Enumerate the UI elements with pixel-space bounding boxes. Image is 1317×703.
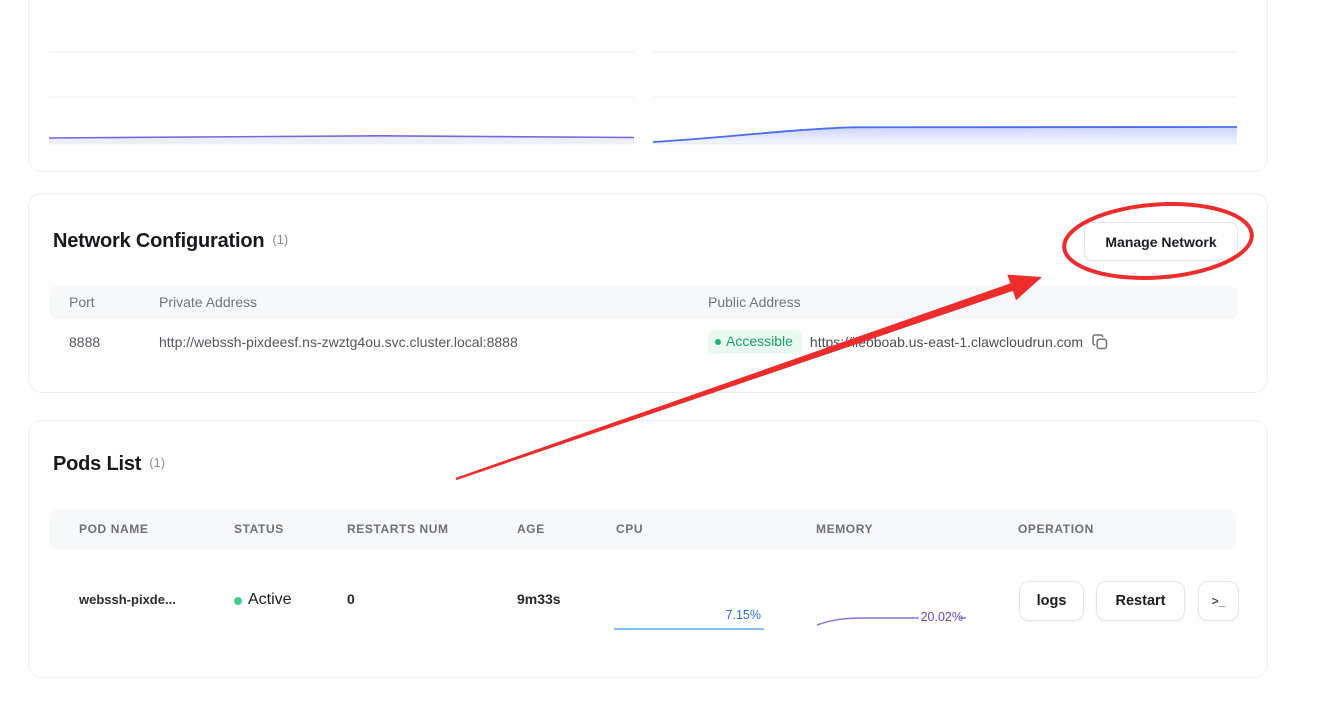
terminal-icon: >_ [1212, 594, 1226, 608]
network-title-text: Network Configuration [53, 230, 264, 252]
terminal-button[interactable]: >_ [1198, 581, 1239, 621]
pod-status-value: Active [248, 591, 292, 609]
accessible-label: Accessible [726, 332, 793, 351]
private-address-value: http://webssh-pixdeesf.ns-zwztg4ou.svc.c… [159, 322, 518, 362]
memory-overview-sparkline-chart [653, 1, 1237, 147]
column-status: STATUS [234, 509, 284, 549]
network-section-title: Network Configuration (1) [53, 227, 288, 255]
pods-list-card: Pods List (1) POD NAME STATUS RESTARTS NU… [28, 420, 1268, 678]
accessible-status-badge: Accessible [708, 330, 802, 354]
pod-status-dot-icon [234, 597, 242, 605]
public-address-link[interactable]: https://ileoboab.us-east-1.clawcloudrun.… [810, 334, 1083, 350]
column-port: Port [69, 286, 95, 319]
restart-button[interactable]: Restart [1096, 581, 1185, 621]
column-pod-name: POD NAME [79, 509, 148, 549]
copy-icon[interactable] [1091, 333, 1109, 351]
pod-memory-sparkline: 20.02% [816, 604, 966, 636]
network-table-row: 8888 http://webssh-pixdeesf.ns-zwztg4ou.… [49, 322, 1238, 366]
column-memory: MEMORY [816, 509, 873, 549]
column-operation: OPERATION [1018, 509, 1094, 549]
column-private-address: Private Address [159, 286, 257, 319]
network-configuration-card: Network Configuration(1) Manage Network … [28, 193, 1268, 393]
pod-name-value: webssh-pixde... [79, 592, 176, 607]
pods-section-title: Pods List (1) [53, 450, 165, 478]
pod-restarts-value: 0 [347, 591, 355, 607]
port-value: 8888 [69, 322, 100, 362]
green-dot-icon [715, 339, 721, 345]
column-restarts-num: RESTARTS NUM [347, 509, 449, 549]
network-count-badge: (1) [272, 232, 288, 247]
pod-cpu-sparkline: 7.15% [614, 604, 764, 636]
manage-network-button[interactable]: Manage Network [1084, 222, 1238, 261]
column-age: AGE [517, 509, 545, 549]
pods-title-text: Pods List [53, 453, 141, 475]
column-public-address: Public Address [708, 286, 801, 319]
cpu-overview-sparkline-chart [49, 1, 634, 147]
pod-memory-value: 20.02% [921, 610, 963, 624]
app-overview-page: Network Configuration(1) Manage Network … [0, 0, 1317, 703]
logs-button[interactable]: logs [1019, 581, 1084, 621]
public-address-cell: Accessible https://ileoboab.us-east-1.cl… [708, 322, 1109, 362]
pods-count-badge: (1) [149, 455, 165, 470]
pods-table-header: POD NAME STATUS RESTARTS NUM AGE CPU MEM… [49, 509, 1236, 549]
column-cpu: CPU [616, 509, 643, 549]
pod-age-value: 9m33s [517, 591, 561, 607]
metrics-overview-card [28, 0, 1268, 172]
pod-cpu-value: 7.15% [726, 608, 761, 622]
network-table-header: Port Private Address Public Address [49, 286, 1238, 319]
